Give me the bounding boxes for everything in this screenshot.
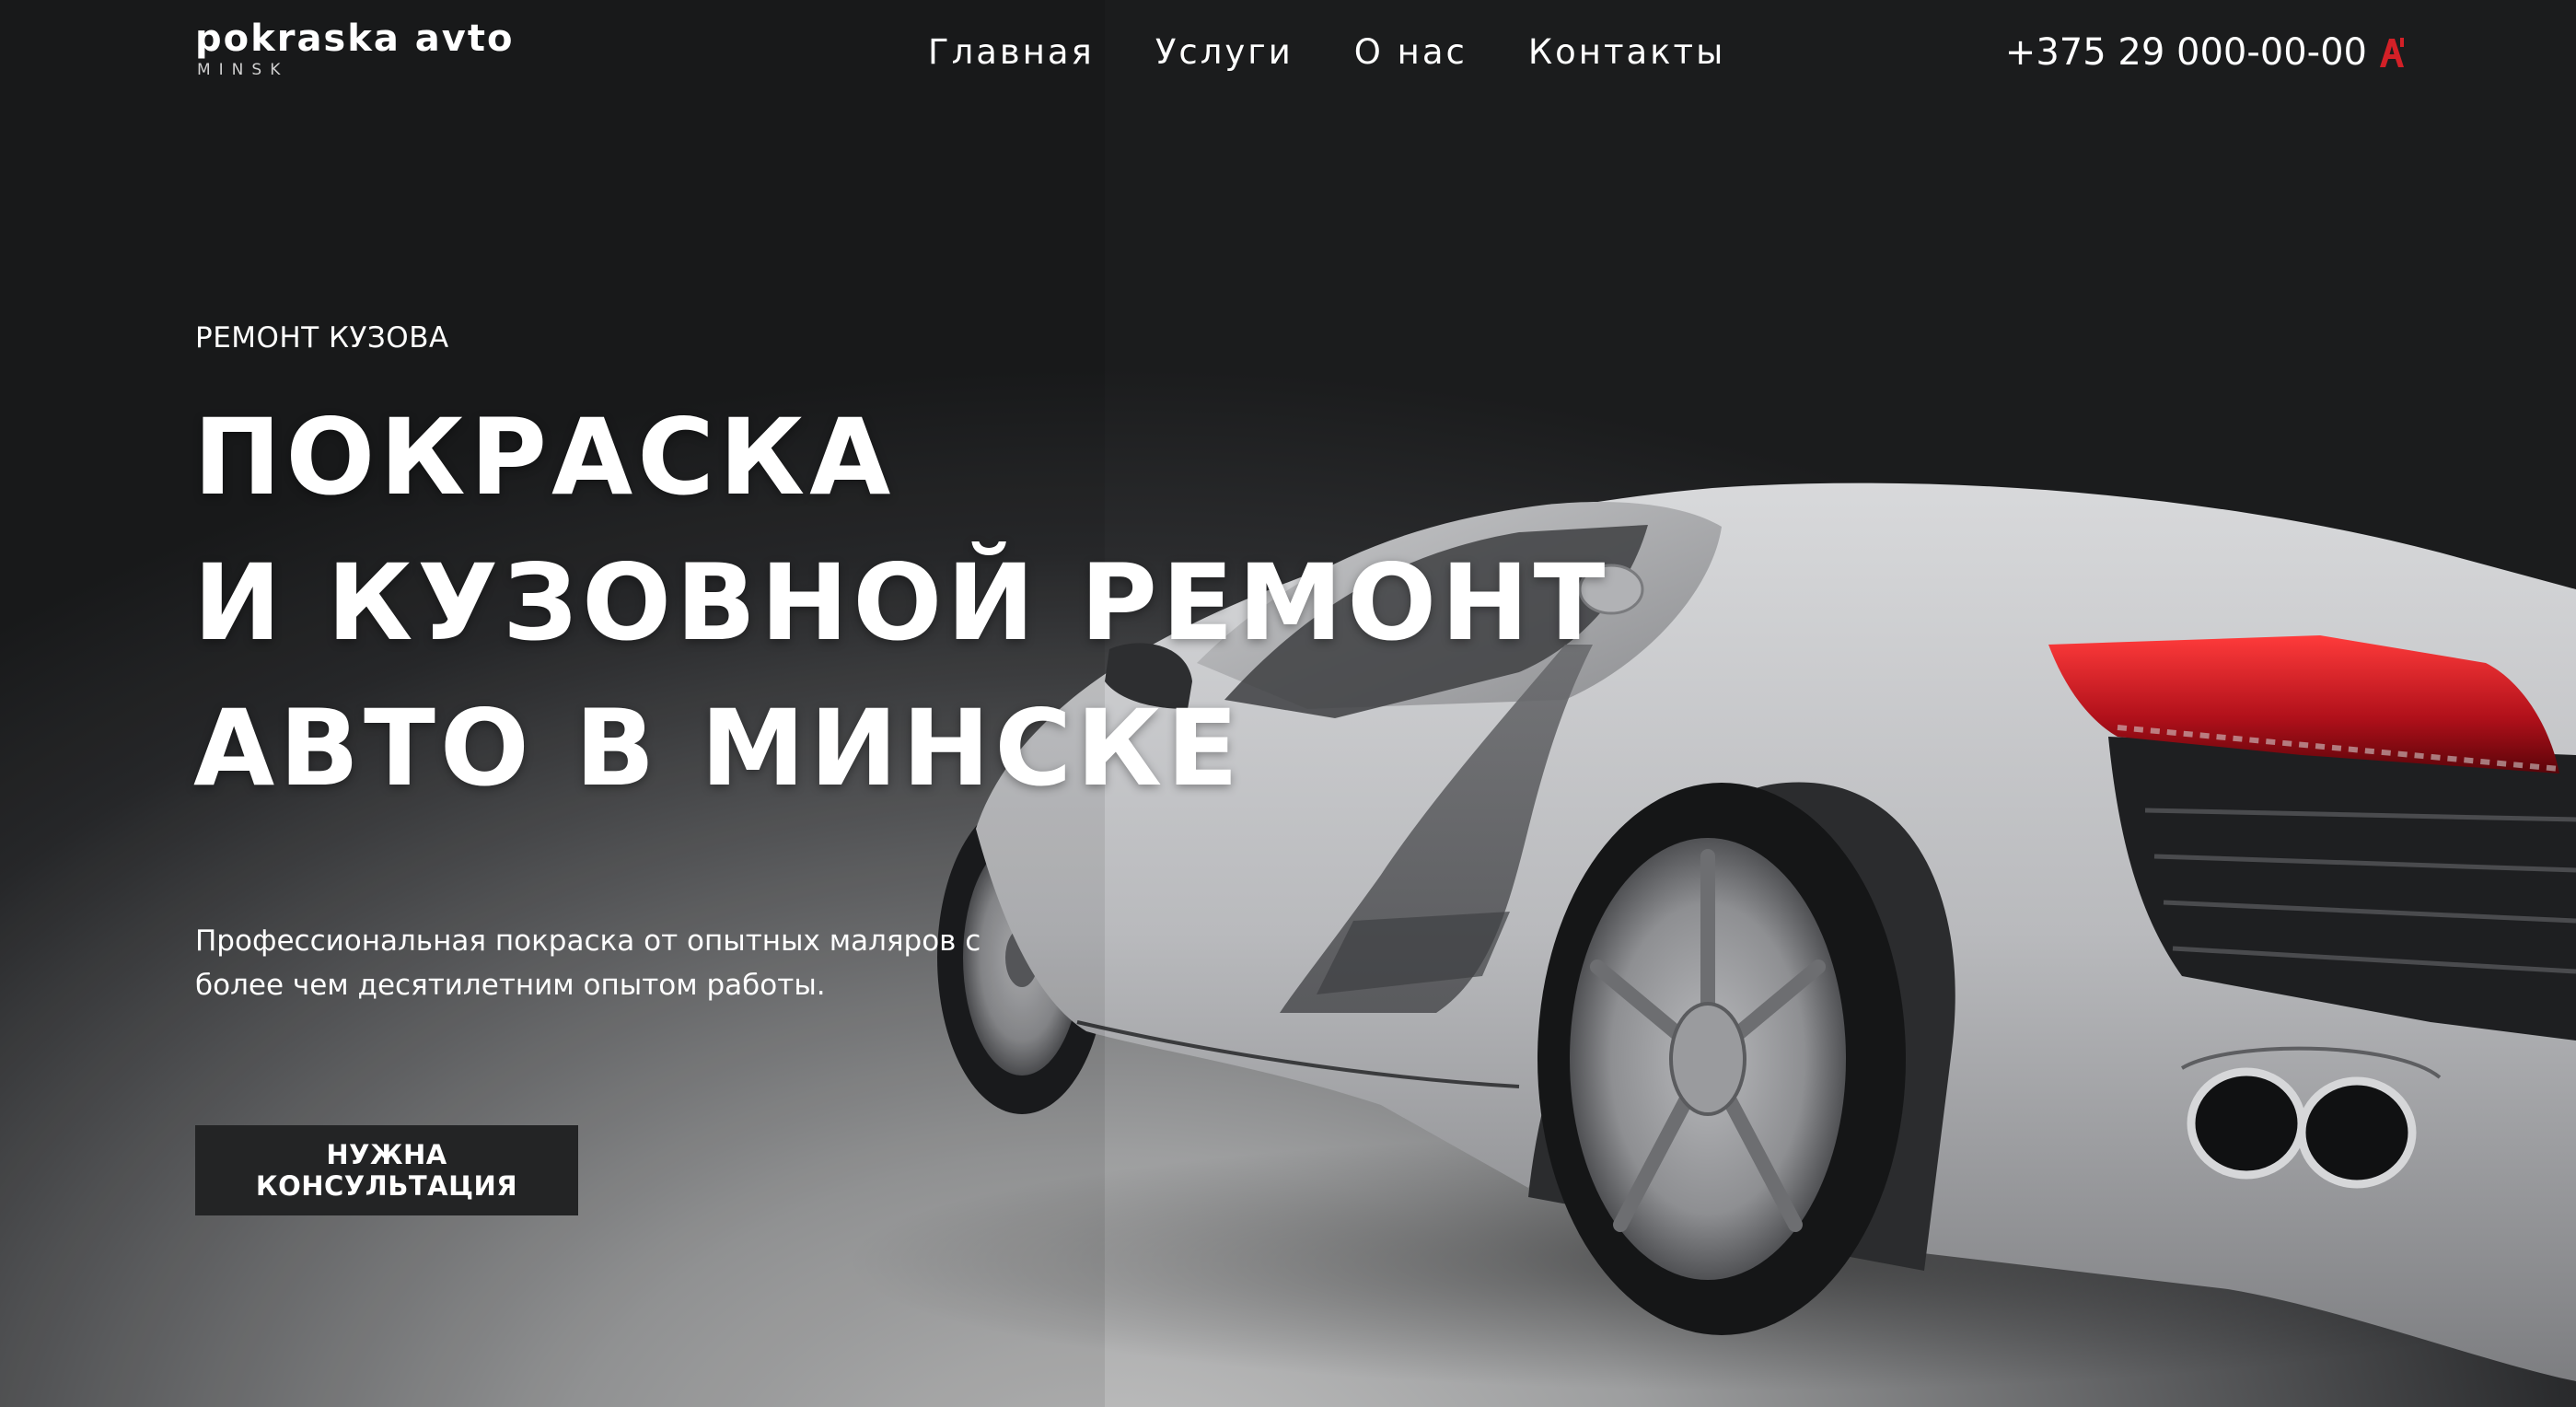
main-nav: Главная Услуги О нас Контакты [928,28,1725,77]
headline-line-3: АВТО В МИНСКЕ [193,687,1244,809]
hero-eyebrow: РЕМОНТ КУЗОВА [195,321,449,355]
hero-description: Профессиональная покраска от опытных мал… [195,924,981,1002]
consultation-button[interactable]: НУЖНА КОНСУЛЬТАЦИЯ [195,1125,578,1215]
logo-subtitle: MINSK [197,61,289,79]
nav-item-contacts[interactable]: Контакты [1528,28,1725,77]
hero-headline: ПОКРАСКА И КУЗОВНОЙ РЕМОНТ АВТО В МИНСКЕ [193,385,1609,821]
logo-title: pokraska avto [195,17,515,60]
hero-section: pokraska avto MINSK Главная Услуги О нас… [0,0,2576,1407]
headline-line-1: ПОКРАСКА [193,396,896,518]
nav-item-services[interactable]: Услуги [1155,28,1294,77]
header-phone[interactable]: +375 29 000-00-00 [2005,28,2406,77]
nav-item-home[interactable]: Главная [928,28,1095,77]
phone-number[interactable]: +375 29 000-00-00 [2005,28,2367,77]
headline-line-2: И КУЗОВНОЙ РЕМОНТ [193,541,1610,664]
nav-item-about[interactable]: О нас [1354,28,1468,77]
logo[interactable]: pokraska avto MINSK [195,17,514,79]
a-letter-icon [2380,38,2404,67]
